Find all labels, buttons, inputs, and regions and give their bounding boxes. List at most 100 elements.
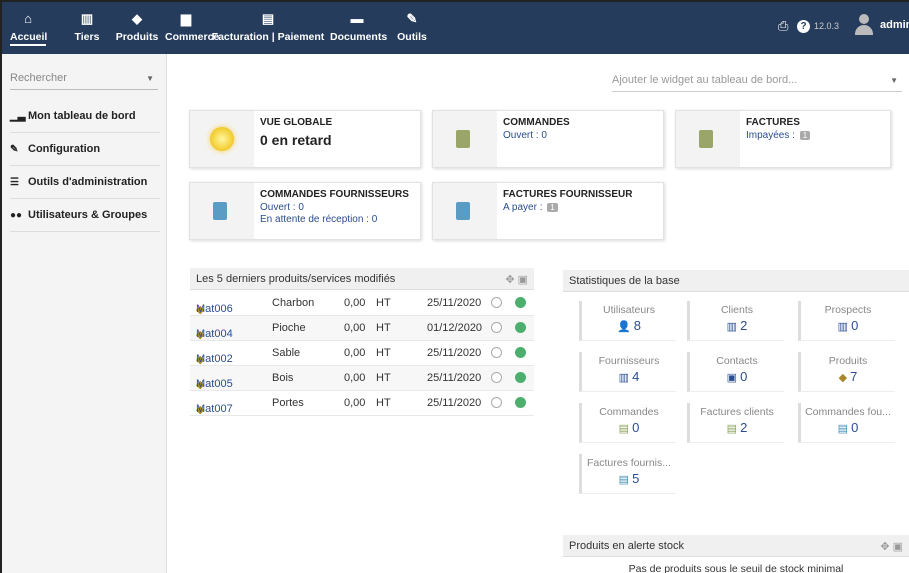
menu-outils[interactable]: ✎ Outils [397,10,427,44]
stat-icon: 👤 [617,321,631,333]
close-icon[interactable]: ▣ [893,541,903,553]
stat-value: 4 [632,369,640,384]
menu-accueil[interactable]: ⌂ Accueil [10,10,47,46]
sidebar-item-dashboard[interactable]: ▁▃ Mon tableau de bord [10,100,160,133]
sidebar-item-admin-tools[interactable]: ☰ Outils d'administration [10,166,160,199]
stat-label: Produits [828,355,868,367]
stat-tile[interactable]: Factures fournis... ▤ 5 [579,454,676,494]
product-label: Sable [272,347,301,359]
status-buy-icon [515,397,526,408]
status-sell-icon [491,322,502,333]
product-price: 0,00 [344,372,366,384]
product-date: 25/11/2020 [427,347,482,359]
version-label: 12.0.3 [814,21,840,31]
table-row: ◆ Mat005 Bois 0,00 HT 25/11/2020 [190,366,534,391]
product-label: Portes [272,397,304,409]
menu-commerce[interactable]: ▆ Commerce [165,10,219,44]
product-date: 25/11/2020 [427,372,482,384]
stats-panel-header: Statistiques de la base [563,270,909,292]
product-tax: HT [376,372,391,384]
status-buy-icon [515,347,526,358]
briefcase-icon: ▆ [181,11,191,26]
stat-icon: ▥ [726,321,738,333]
stat-label: Fournisseurs [598,355,660,367]
help-icon[interactable]: ? [797,20,810,33]
print-icon[interactable]: ⎙ [778,18,788,34]
box-global-view[interactable]: VUE GLOBALE 0 en retard [189,110,421,168]
supplier-invoice-icon [456,202,470,220]
stat-label: Commandes fou... [805,406,891,418]
stat-tile[interactable]: Utilisateurs 👤 8 [579,301,676,341]
stock-empty-message: Pas de produits sous le seuil de stock m… [628,563,844,573]
box-orders[interactable]: COMMANDES Ouvert : 0 [432,110,664,168]
product-label: Charbon [272,297,315,309]
stat-label: Commandes [599,406,659,418]
chevron-down-icon: ▼ [890,76,898,85]
stat-tile[interactable]: Contacts ▣ 0 [687,352,784,392]
product-price: 0,00 [344,297,366,309]
stat-tile[interactable]: Factures clients ▤ 2 [687,403,784,443]
menu-tiers[interactable]: ▥ Tiers [72,10,102,44]
product-price: 0,00 [344,347,366,359]
close-icon[interactable]: ▣ [518,274,528,286]
stat-value: 2 [740,420,748,435]
stat-icon: ▤ [618,474,630,486]
box-supplier-orders[interactable]: COMMANDES FOURNISSEURS Ouvert : 0 En att… [189,182,421,240]
sidebar-item-users-groups[interactable]: ●● Utilisateurs & Groupes [10,199,160,232]
stat-value: 0 [851,318,859,333]
money-icon: ▤ [261,11,275,26]
stat-icon: ▤ [618,423,630,435]
product-price: 0,00 [344,322,366,334]
product-tax: HT [376,297,391,309]
product-date: 01/12/2020 [427,322,483,334]
count-badge: 1 [799,131,811,140]
user-name[interactable]: admin [880,19,909,31]
chart-icon: ▁▃ [10,111,26,122]
move-icon[interactable]: ✥ [505,274,514,286]
status-buy-icon [515,372,526,383]
product-date: 25/11/2020 [427,397,482,409]
stat-value: 8 [633,318,641,333]
stat-tile[interactable]: Commandes fou... ▤ 0 [798,403,895,443]
stat-tile[interactable]: Prospects ▥ 0 [798,301,895,341]
menu-facturation[interactable]: ▤ Facturation | Paiement [209,10,327,44]
stat-icon: ▥ [837,321,849,333]
stat-label: Clients [720,304,754,316]
stat-tile[interactable]: Fournisseurs ▥ 4 [579,352,676,392]
stat-tile[interactable]: Produits ◆ 7 [798,352,895,392]
stat-icon: ◆ [838,372,848,384]
menu-produits[interactable]: ◆ Produits [114,10,160,44]
server-icon: ☰ [10,177,19,188]
box-invoices[interactable]: FACTURES Impayées : 1 [675,110,891,168]
stat-label: Prospects [824,304,872,316]
product-label: Bois [272,372,294,384]
folder-icon: ▬ [350,11,364,26]
box-supplier-invoices[interactable]: FACTURES FOURNISSEUR A payer : 1 [432,182,664,240]
top-menu-bar: ⌂ Accueil ▥ Tiers ◆ Produits ▆ Commerce … [2,2,909,54]
stat-value: 0 [851,420,859,435]
table-row: ◆ Mat006 Charbon 0,00 HT 25/11/2020 [190,291,534,316]
wrench-icon: ✎ [406,11,418,26]
sidebar-item-configuration[interactable]: ✎ Configuration [10,133,160,166]
supplier-order-icon [213,202,227,220]
status-buy-icon [515,322,526,333]
sidebar: Rechercher ▼ ▁▃ Mon tableau de bord ✎ Conf… [2,54,167,573]
table-row: ◆ Mat002 Sable 0,00 HT 25/11/2020 [190,341,534,366]
stat-value: 5 [632,471,640,486]
add-widget-select[interactable]: Ajouter le widget au tableau de bord... … [612,74,902,92]
sun-icon [210,127,234,151]
menu-documents[interactable]: ▬ Documents [330,10,387,44]
stat-icon: ▥ [618,372,630,384]
status-sell-icon [491,347,502,358]
sidebar-search-input[interactable]: Rechercher ▼ [10,68,158,90]
stock-panel-header: Produits en alerte stock ✥ ▣ [563,535,909,557]
product-tax: HT [376,397,391,409]
stat-label: Contacts [716,355,758,367]
move-icon[interactable]: ✥ [880,541,889,553]
stat-icon: ▣ [726,372,738,384]
status-sell-icon [491,397,502,408]
stat-label: Utilisateurs [603,304,655,316]
avatar[interactable] [854,14,874,36]
stat-tile[interactable]: Clients ▥ 2 [687,301,784,341]
stat-tile[interactable]: Commandes ▤ 0 [579,403,676,443]
